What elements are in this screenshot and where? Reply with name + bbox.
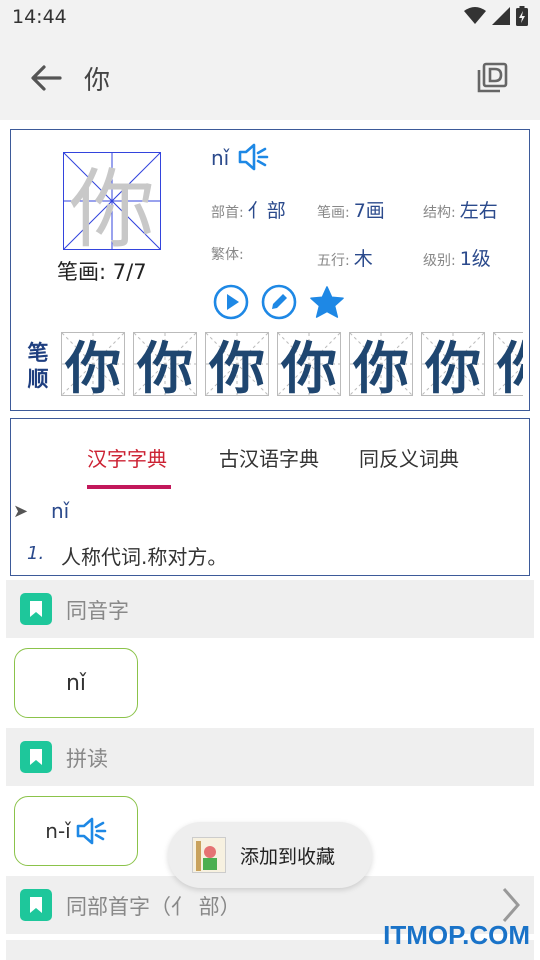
section-spelling: 拼读 xyxy=(6,728,534,786)
back-button[interactable] xyxy=(24,58,68,98)
strokes-value: 7画 xyxy=(353,200,385,222)
stroke-frame: 你 xyxy=(277,332,341,399)
stroke-frame: 你 xyxy=(421,332,485,399)
status-time: 14:44 xyxy=(12,6,67,28)
section-title: 同音字 xyxy=(66,599,129,623)
section-title: 拼读 xyxy=(66,747,108,771)
definition-number: 1. xyxy=(27,543,45,564)
toast: 添加到收藏 xyxy=(168,822,372,888)
stroke-count-value: 7/7 xyxy=(112,260,147,284)
tab-hanzi-dictionary[interactable]: 汉字字典 xyxy=(87,443,167,472)
stroke-frame: 你 xyxy=(349,332,413,399)
watermark: ITMOP.COM xyxy=(383,920,530,950)
stroke-order-strip[interactable]: 你你你你你你你 xyxy=(61,332,523,398)
radical-cell: 部首: 亻部 xyxy=(211,196,317,223)
structure-cell: 结构: 左右 xyxy=(423,196,529,223)
section-homophones: 同音字 xyxy=(6,580,534,638)
signal-icon xyxy=(492,7,510,25)
stroke-frame-glyph: 你 xyxy=(209,335,265,399)
pinyin: nǐ xyxy=(211,146,230,170)
definition-text: 人称代词.称对方。 xyxy=(61,545,228,569)
traditional-label: 繁体: xyxy=(211,247,244,263)
strokes-label: 笔画: xyxy=(317,205,350,221)
homophone-chip[interactable]: nǐ xyxy=(14,648,138,718)
wuxing-value: 木 xyxy=(353,248,373,270)
tab-classical-dictionary[interactable]: 古汉语字典 xyxy=(219,443,319,472)
wuxing-cell: 五行: 木 xyxy=(317,244,423,271)
action-row xyxy=(213,284,345,320)
tab-underline xyxy=(87,485,171,489)
wifi-icon xyxy=(464,7,486,24)
stroke-count: 笔画: 7/7 xyxy=(57,256,147,286)
app-bar: 你 xyxy=(0,36,540,120)
status-icons xyxy=(464,6,528,26)
speaker-icon xyxy=(76,817,107,845)
character-grid[interactable]: 你 xyxy=(63,152,161,260)
radical-value[interactable]: 亻部 xyxy=(248,196,286,223)
traditional-cell: 繁体: xyxy=(211,244,317,271)
info-row-2: 繁体: 五行: 木 级别: 1级 xyxy=(211,244,529,271)
strokes-cell: 笔画: 7画 xyxy=(317,196,423,223)
stroke-frame-glyph: 你 xyxy=(137,335,193,399)
arrow-right-icon: ➤ xyxy=(13,501,29,522)
character-card: 你 笔画: 7/7 nǐ 部首: 亻部 笔画: 7画 结构: 左右 繁体: 五行… xyxy=(10,129,530,411)
bookmark-icon xyxy=(20,593,52,625)
stroke-frame-glyph: 你 xyxy=(65,335,121,399)
stroke-count-label: 笔画: xyxy=(57,260,107,284)
stroke-frame: 你 xyxy=(205,332,269,399)
status-bar: 14:44 xyxy=(0,0,540,36)
write-button[interactable] xyxy=(261,284,297,320)
battery-icon xyxy=(516,6,528,26)
tab-synonym-antonym-dictionary[interactable]: 同反义词典 xyxy=(359,443,459,472)
info-row-1: 部首: 亻部 笔画: 7画 结构: 左右 xyxy=(211,196,529,223)
definition-pinyin: nǐ xyxy=(51,499,70,523)
bookmark-icon xyxy=(20,741,52,773)
stroke-frame-glyph: 你 xyxy=(425,335,481,399)
level-cell: 级别: 1级 xyxy=(423,244,529,271)
level-value: 1级 xyxy=(459,248,491,270)
bookmark-icon xyxy=(20,889,52,921)
section-title: 同部首字（亻 部） xyxy=(66,895,241,919)
star-icon xyxy=(310,286,344,318)
level-label: 级别: xyxy=(423,253,456,269)
wuxing-label: 五行: xyxy=(317,253,350,269)
page-title: 你 xyxy=(84,66,111,96)
app-icon xyxy=(192,837,226,873)
stroke-frame: 你 xyxy=(493,332,523,399)
speaker-icon[interactable] xyxy=(237,142,269,172)
play-button[interactable] xyxy=(213,284,249,320)
stroke-frame-glyph: 你 xyxy=(494,333,523,399)
copy-button[interactable] xyxy=(472,58,512,98)
structure-value: 左右 xyxy=(459,200,498,222)
stroke-frame: 你 xyxy=(61,332,125,399)
toast-text: 添加到收藏 xyxy=(240,845,336,868)
spelling-chip[interactable]: n-ǐ xyxy=(14,796,138,866)
favorite-button[interactable] xyxy=(309,284,345,320)
arrow-left-icon xyxy=(31,65,62,91)
chip-label: n-ǐ xyxy=(45,819,71,843)
structure-label: 结构: xyxy=(423,205,456,221)
pencil-icon xyxy=(261,284,297,320)
stroke-frame-glyph: 你 xyxy=(281,335,337,399)
chevron-right-icon xyxy=(502,888,520,922)
stroke-order-label: 笔顺 xyxy=(27,341,49,391)
stroke-frame-glyph: 你 xyxy=(353,335,409,399)
chip-label: nǐ xyxy=(65,670,87,696)
character-glyph: 你 xyxy=(69,159,155,260)
copy-icon xyxy=(477,62,508,93)
stroke-frame: 你 xyxy=(133,332,197,399)
dictionary-card: 汉字字典 古汉语字典 同反义词典 ➤ nǐ 1. 人称代词.称对方。 xyxy=(10,418,530,576)
radical-label: 部首: xyxy=(211,205,244,221)
play-icon xyxy=(213,284,249,320)
